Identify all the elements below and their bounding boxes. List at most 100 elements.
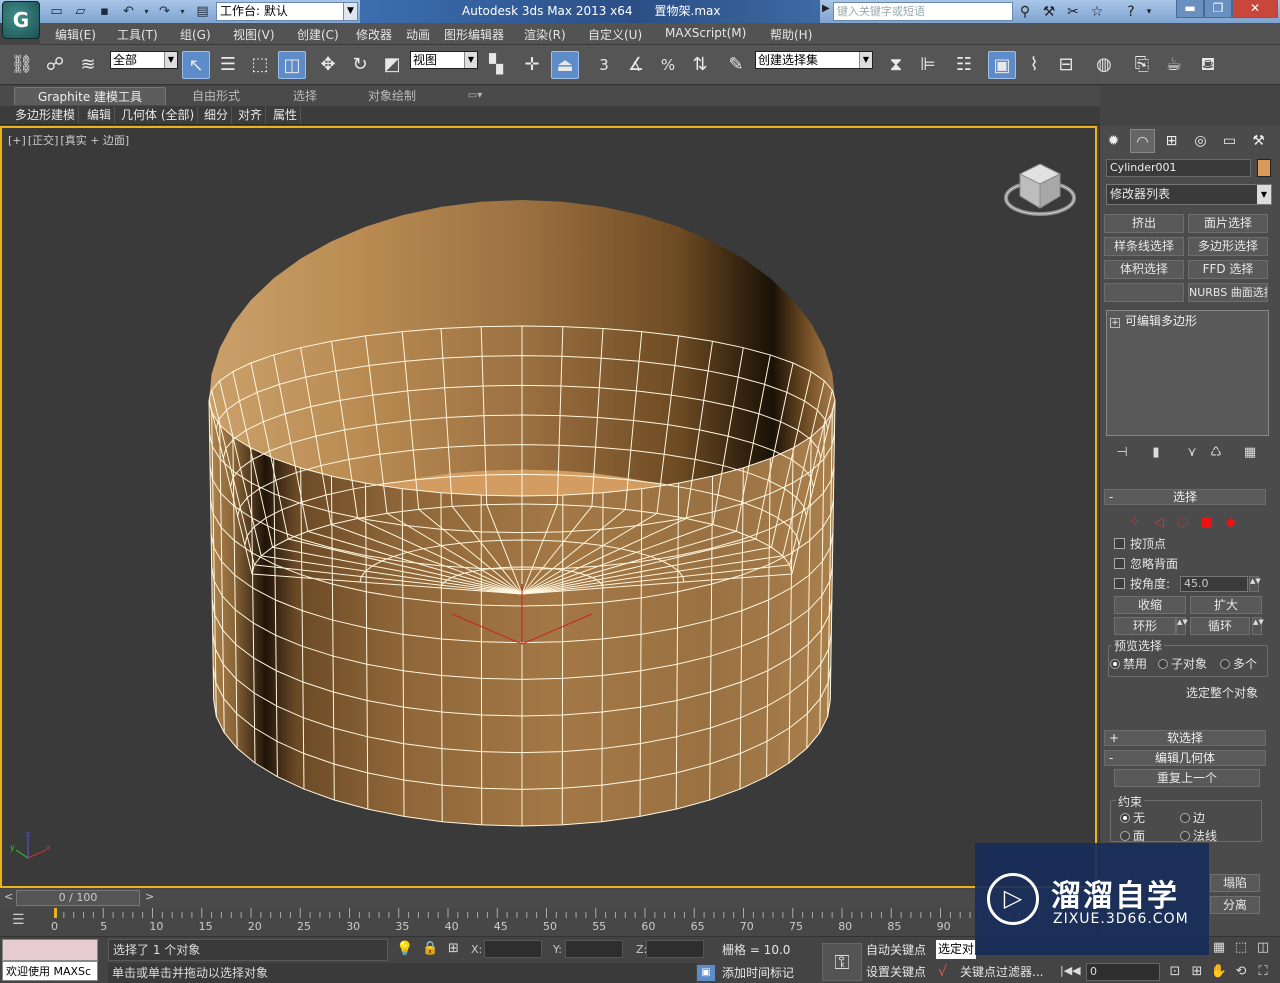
shrink-button[interactable]: 收缩 [1114,596,1186,614]
unlink-icon[interactable]: ☍ [41,51,69,79]
zoom-extents-icon[interactable]: ⬚ [1232,939,1250,957]
window-crossing-icon[interactable]: ◫ [278,51,306,79]
tab-freeform[interactable]: 自由形式 [180,87,252,105]
tab-graphite-modeling[interactable]: Graphite 建模工具 [14,87,166,105]
selection-filter-dropdown[interactable]: 全部 ▼ [110,51,178,69]
object-color-swatch[interactable] [1257,159,1271,177]
collapse-button[interactable]: 塌陷 [1210,874,1260,892]
save-file-icon[interactable]: ▪ [96,3,113,20]
search-expand-icon[interactable]: ▶ [822,3,830,14]
menu-views[interactable]: 视图(V) [233,26,275,43]
hierarchy-panel-icon[interactable]: ⊞ [1159,129,1184,153]
scale-icon[interactable]: ◩ [378,51,406,79]
radio-circle[interactable] [1220,659,1230,669]
reference-coord-dropdown[interactable]: 视图 ▼ [410,51,478,69]
angle-snap-icon[interactable]: ∡ [622,51,650,79]
menu-customize[interactable]: 自定义(U) [588,26,642,43]
current-frame-field[interactable]: 0 [1086,963,1160,981]
rect-selection-region-icon[interactable]: ⬚ [246,51,274,79]
constraint-edge-radio[interactable]: 边 [1180,810,1205,826]
cylinder-mesh[interactable] [208,200,836,827]
graphite-toggle-icon[interactable]: ▣ [988,51,1016,79]
menu-modifiers[interactable]: 修改器 [356,26,392,43]
panel-subdivision[interactable]: 细分 [201,107,233,124]
ignore-backfacing-checkbox[interactable]: 忽略背面 [1114,556,1178,572]
search-input[interactable]: 键入关键字或短语 [833,2,1013,21]
tab-selection[interactable]: 选择 [270,87,340,105]
render-production-icon[interactable]: ⛾ [1194,51,1222,79]
repeat-last-button[interactable]: 重复上一个 [1114,769,1260,787]
angle-value-field[interactable]: 45.0 [1180,576,1248,592]
modifier-list-dropdown[interactable]: 修改器列表 ▼ [1106,184,1272,205]
radio-circle[interactable] [1120,813,1130,823]
select-and-manipulate-icon[interactable]: ✛ [518,51,546,79]
modifier-nurbs-select-button[interactable]: NURBS 曲面选择 [1188,283,1268,302]
panel-edit[interactable]: 编辑 [84,107,116,124]
align-icon[interactable]: ⊫ [914,51,942,79]
panel-polygon-modeling[interactable]: 多边形建模 [12,107,80,124]
preview-multi-radio[interactable]: 多个 [1220,656,1257,672]
minimize-button[interactable]: ▬ [1176,0,1204,18]
object-name-field[interactable]: Cylinder001 [1106,159,1251,177]
detach-button[interactable]: 分离 [1210,896,1260,914]
open-file-icon[interactable]: ▱ [72,3,89,20]
absolute-mode-icon[interactable]: ⊞ [448,941,459,956]
menu-rendering[interactable]: 渲染(R) [524,26,566,43]
tab-object-paint[interactable]: 对象绘制 [356,87,428,105]
polygon-mode-icon[interactable]: ■ [1198,515,1216,531]
border-mode-icon[interactable]: ◌ [1174,515,1192,531]
display-panel-icon[interactable]: ▭ [1217,129,1242,153]
menu-edit[interactable]: 编辑(E) [55,26,96,43]
key-filters-button[interactable]: 关键点过滤器... [938,962,1050,982]
communication-center-icon[interactable]: ✂ [1064,3,1082,21]
time-tag-icon[interactable]: ▣ [697,965,715,981]
app-menu-button[interactable]: G [2,1,40,39]
curve-editor-icon[interactable]: ⌇ [1020,51,1048,79]
help-icon[interactable]: ? [1122,3,1140,21]
modifier-poly-select-button[interactable]: 多边形选择 [1188,237,1268,256]
y-coordinate-field[interactable] [565,940,623,958]
modifier-spline-select-button[interactable]: 样条线选择 [1104,237,1184,256]
material-editor-icon[interactable]: ◍ [1090,51,1118,79]
restore-button[interactable]: ❐ [1204,0,1232,18]
z-coordinate-field[interactable] [646,940,704,958]
edit-named-selection-icon[interactable]: ✎ [722,51,750,79]
viewport-shading-mode[interactable]: [真实 + 边面] [60,134,129,147]
checkbox-box[interactable] [1114,538,1125,549]
snaps-toggle-icon[interactable]: 3 [590,51,618,79]
radio-circle[interactable] [1158,659,1168,669]
new-file-icon[interactable]: ▭ [48,3,65,20]
loop-button[interactable]: 循环 [1190,617,1250,635]
viewport-menu-plus[interactable]: [+] [8,134,26,147]
modifier-ffd-select-button[interactable]: FFD 选择 [1188,260,1268,279]
workspace-dropdown[interactable]: 工作台: 默认 ▼ [216,2,358,21]
checkbox-box[interactable] [1114,558,1125,569]
radio-circle[interactable] [1120,831,1130,841]
binoculars-icon[interactable]: ⚲ [1016,3,1034,21]
rollout-selection[interactable]: - 选择 [1104,489,1266,505]
panel-align[interactable]: 对齐 [235,107,267,124]
menu-animation[interactable]: 动画 [406,26,430,43]
element-mode-icon[interactable]: ◆ [1222,515,1240,531]
current-frame-marker[interactable] [54,908,57,918]
loop-spinner-icon[interactable]: ▲▼ [1252,617,1264,635]
goto-start-icon[interactable]: |◀◀ [1060,964,1081,977]
viewport-view-type[interactable]: [正交] [28,134,59,147]
create-panel-icon[interactable]: ✹ [1101,129,1126,153]
by-angle-checkbox[interactable]: 按角度: [1114,576,1170,592]
zoom-all-icon[interactable]: ⊞ [1188,963,1206,981]
motion-panel-icon[interactable]: ◎ [1188,129,1213,153]
redo-dropdown-icon[interactable]: ▾ [174,3,191,20]
constraint-normal-radio[interactable]: 法线 [1180,828,1217,844]
next-frame-icon[interactable]: > [145,890,154,903]
cylinder-scene[interactable] [2,128,1095,886]
render-setup-icon[interactable]: ⎘ [1128,51,1156,79]
angle-spinner-icon[interactable]: ▲▼ [1249,576,1261,592]
modifier-patch-select-button[interactable]: 面片选择 [1188,214,1268,233]
orbit-icon[interactable]: ⟲ [1232,963,1250,981]
project-folder-icon[interactable]: ▤ [194,3,211,20]
show-end-result-icon[interactable]: ▮ [1146,444,1166,462]
ribbon-options-icon[interactable]: ▭▾ [460,87,490,105]
checkbox-box[interactable] [1114,578,1125,589]
keyboard-shortcut-override-icon[interactable]: ⏏ [551,51,579,79]
